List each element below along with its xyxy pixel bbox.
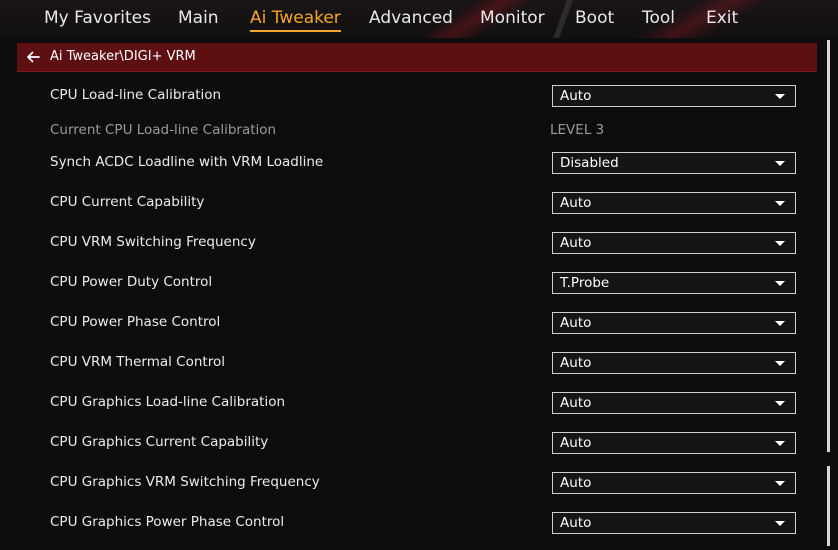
chevron-down-icon [775,94,785,99]
cpu-graphics-load-line-calibration-dropdown[interactable]: Auto [552,392,796,414]
setting-label: CPU VRM Thermal Control [50,354,225,370]
dropdown-value: Disabled [560,155,619,171]
tab-main[interactable]: Main [178,7,219,29]
dropdown-value: Auto [560,475,592,491]
chevron-down-icon [775,521,785,526]
setting-label: CPU Load-line Calibration [50,87,222,103]
tab-exit[interactable]: Exit [706,7,738,29]
chevron-down-icon [775,361,785,366]
scrollbar-thumb[interactable] [827,40,830,452]
dropdown-value: Auto [560,515,592,531]
top-navigation-bar: My Favorites Main Ai Tweaker Advanced Mo… [0,0,838,38]
breadcrumb: Ai Tweaker\DIGI+ VRM [17,43,817,72]
dropdown-value: Auto [560,235,592,251]
tab-boot[interactable]: Boot [575,7,614,29]
setting-label: CPU Current Capability [50,194,205,210]
setting-label: CPU Graphics Load-line Calibration [50,394,286,410]
dropdown-value: Auto [560,395,592,411]
chevron-down-icon [775,161,785,166]
chevron-down-icon [775,401,785,406]
dropdown-value: Auto [560,355,592,371]
breadcrumb-path: Ai Tweaker\DIGI+ VRM [50,49,196,64]
dropdown-value: Auto [560,315,592,331]
cpu-power-duty-control-dropdown[interactable]: T.Probe [552,272,796,294]
setting-label: CPU Power Duty Control [50,274,213,290]
setting-label: Current CPU Load-line Calibration [50,122,277,138]
cpu-graphics-vrm-switching-frequency-dropdown[interactable]: Auto [552,472,796,494]
cpu-load-line-calibration-dropdown[interactable]: Auto [552,85,796,107]
chevron-down-icon [775,321,785,326]
tab-monitor[interactable]: Monitor [480,7,545,29]
setting-label: Synch ACDC Loadline with VRM Loadline [50,154,324,170]
tab-tool[interactable]: Tool [642,7,675,29]
cpu-graphics-power-phase-control-dropdown[interactable]: Auto [552,512,796,534]
dropdown-value: T.Probe [560,275,610,291]
setting-label: CPU Graphics Power Phase Control [50,514,285,530]
tab-my-favorites[interactable]: My Favorites [44,7,151,29]
chevron-down-icon [775,201,785,206]
cpu-current-capability-dropdown[interactable]: Auto [552,192,796,214]
tab-advanced[interactable]: Advanced [369,7,453,29]
scrollbar-track-segment[interactable] [827,466,830,546]
arrow-left-icon[interactable] [25,49,41,65]
dropdown-value: Auto [560,195,592,211]
setting-label: CPU Graphics VRM Switching Frequency [50,474,320,490]
setting-label: CPU Power Phase Control [50,314,221,330]
dropdown-value: Auto [560,435,592,451]
setting-label: CPU Graphics Current Capability [50,434,269,450]
synch-acdc-loadline-dropdown[interactable]: Disabled [552,152,796,174]
dropdown-value: Auto [560,88,592,104]
cpu-vrm-thermal-control-dropdown[interactable]: Auto [552,352,796,374]
chevron-down-icon [775,441,785,446]
cpu-graphics-current-capability-dropdown[interactable]: Auto [552,432,796,454]
chevron-down-icon [775,481,785,486]
tab-ai-tweaker[interactable]: Ai Tweaker [250,7,341,32]
settings-list: CPU Load-line Calibration Auto Current C… [0,74,838,550]
cpu-vrm-switching-frequency-dropdown[interactable]: Auto [552,232,796,254]
cpu-power-phase-control-dropdown[interactable]: Auto [552,312,796,334]
chevron-down-icon [775,281,785,286]
header-decoration [553,0,573,38]
setting-readonly-value: LEVEL 3 [550,122,605,138]
setting-label: CPU VRM Switching Frequency [50,234,256,250]
chevron-down-icon [775,241,785,246]
